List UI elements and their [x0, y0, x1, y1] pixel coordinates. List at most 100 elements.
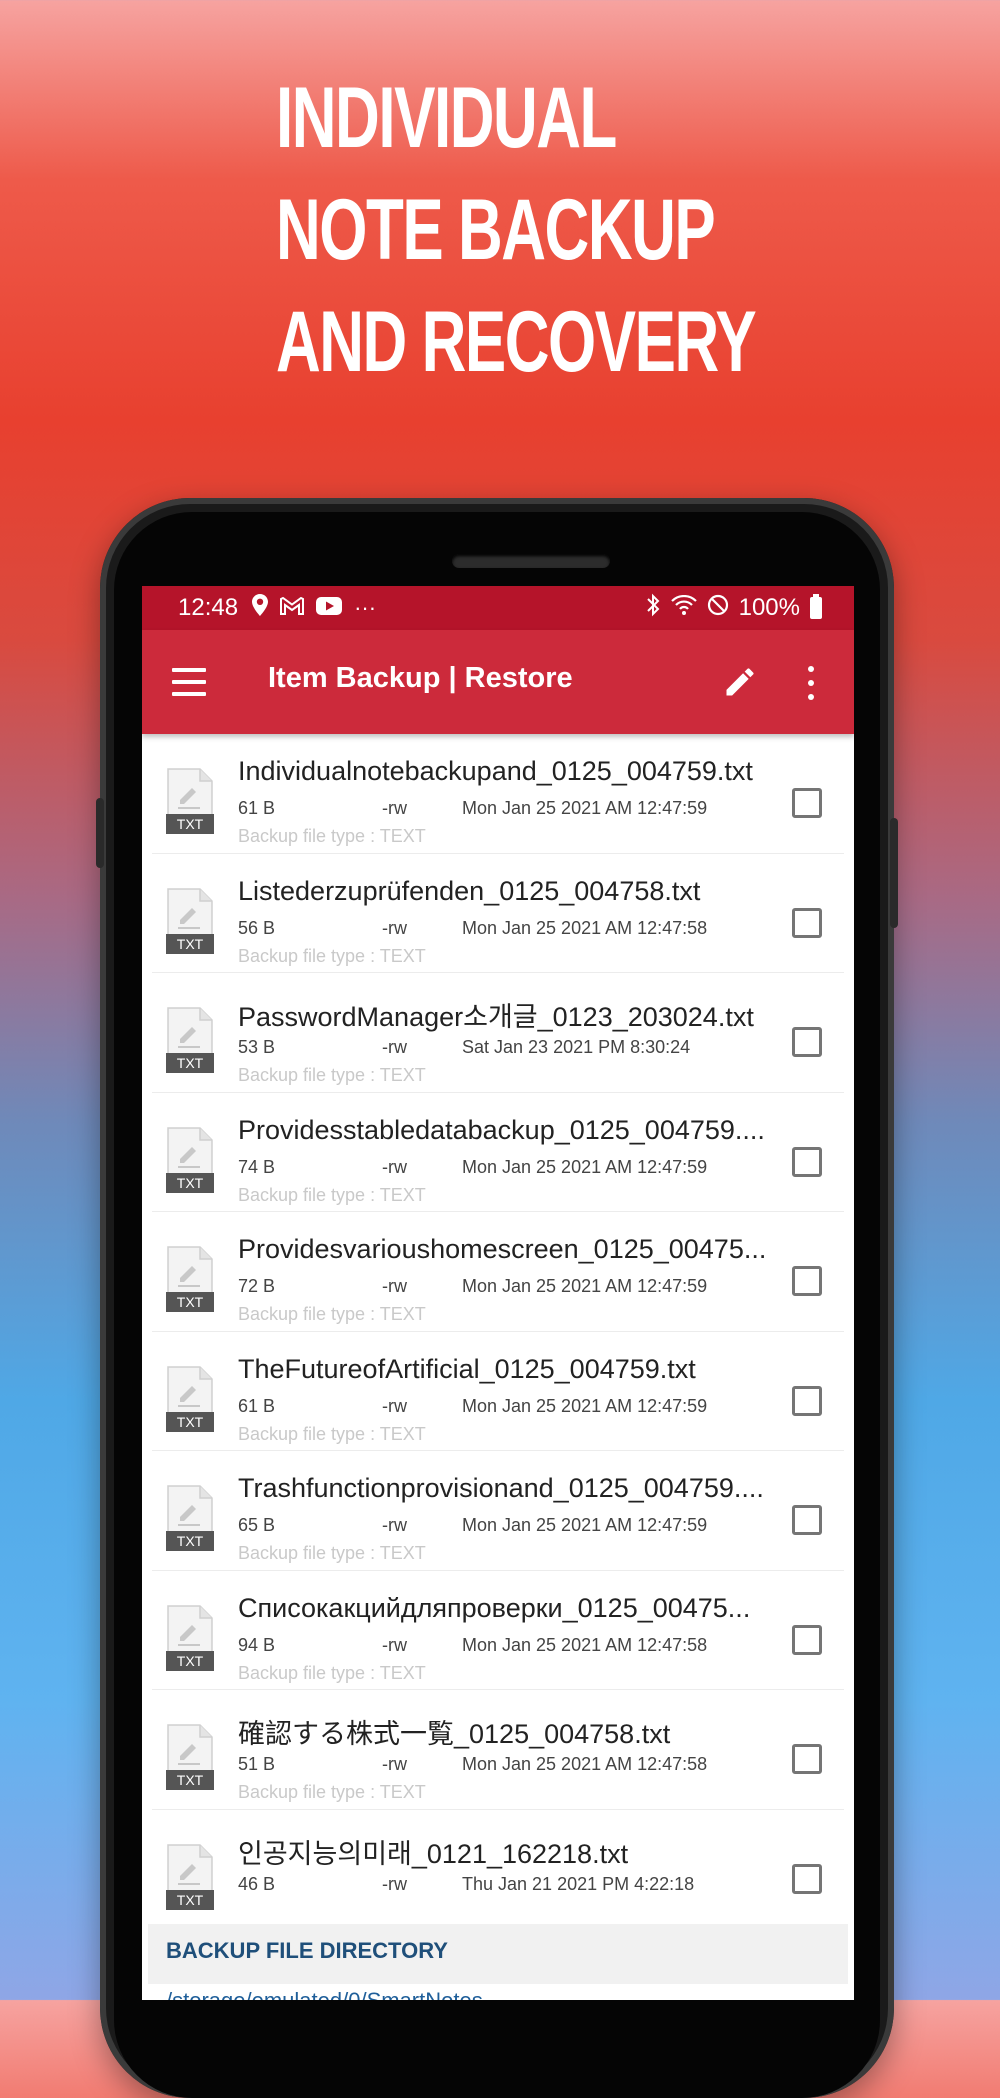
directory-path-link[interactable]: /storage/emulated/0/SmartNotes [166, 1988, 483, 2000]
file-date: Mon Jan 25 2021 AM 12:47:59 [462, 1515, 708, 1535]
file-row[interactable]: TXT Individualnotebackupand_0125_004759.t… [152, 734, 844, 854]
location-icon [252, 594, 269, 622]
file-type: Backup file type : TEXT [238, 945, 426, 966]
file-type: Backup file type : TEXT [238, 1423, 426, 1444]
file-name: 인공지능의미래_0121_162218.txt [238, 1838, 629, 1869]
file-name: Trashfunctionprovisionand_0125_004759...… [238, 1473, 764, 1503]
file-name: Providesvarioushomescreen_0125_00475... [238, 1234, 767, 1264]
file-icon-label: TXT [177, 1533, 204, 1549]
select-checkbox[interactable] [792, 1385, 822, 1416]
file-type: Backup file type : TEXT [238, 1304, 426, 1324]
select-checkbox[interactable] [792, 788, 822, 818]
file-size: 61 B [238, 798, 276, 818]
pencil-icon[interactable] [722, 664, 758, 700]
file-size: 51 B [238, 1754, 276, 1774]
file-size: 65 B [238, 1515, 276, 1535]
file-type: Backup file type : TEXT [238, 1543, 426, 1563]
file-permissions: -rw [382, 917, 407, 938]
file-date: Mon Jan 25 2021 AM 12:47:58 [462, 1754, 708, 1774]
file-type: Backup file type : TEXT [238, 826, 426, 846]
do-not-disturb-icon [707, 594, 729, 623]
file-date: Sat Jan 23 2021 PM 8:30:24 [462, 1037, 691, 1057]
select-checkbox[interactable] [792, 1266, 822, 1296]
file-permissions: -rw [382, 1873, 407, 1894]
file-icon-label: TXT [177, 1414, 204, 1430]
backup-file-list: TXT Individualnotebackupand_0125_004759.t… [142, 734, 854, 1929]
file-name: Списокакцийдляпроверки_0125_00475... [238, 1592, 751, 1623]
file-type: Backup file type : TEXT [238, 1065, 426, 1085]
file-icon-label: TXT [177, 1892, 204, 1908]
headline-line-3: AND RECOVERY [276, 294, 757, 390]
file-name: Providesstabledatabackup_0125_004759.... [238, 1114, 765, 1145]
file-size: 56 B [238, 917, 276, 938]
file-icon-label: TXT [177, 1175, 204, 1191]
status-time: 12:48 [178, 594, 239, 621]
txt-file-icon: TXT [166, 1246, 214, 1312]
file-row[interactable]: TXT Providesstabledatabackup_0125_004759.… [152, 1093, 844, 1212]
file-permissions: -rw [382, 1395, 407, 1416]
file-name: PasswordManager소개글_0123_203024.txt [238, 1002, 754, 1032]
file-row[interactable]: TXT Listederzuprüfenden_0125_004758.txt 56… [152, 854, 844, 973]
directory-header: BACKUP FILE DIRECTORY [148, 1924, 848, 1984]
file-type: Backup file type : TEXT [238, 1184, 426, 1205]
txt-file-icon: TXT [166, 887, 214, 954]
file-permissions: -rw [382, 1515, 407, 1535]
file-permissions: -rw [382, 1156, 407, 1177]
headline-line-2: NOTE BACKUP [276, 182, 716, 278]
file-date: Thu Jan 21 2021 PM 4:22:18 [462, 1873, 695, 1894]
file-date: Mon Jan 25 2021 AM 12:47:59 [462, 1276, 708, 1296]
file-permissions: -rw [382, 1634, 407, 1655]
app-toolbar: Item Backup | Restore [142, 630, 854, 734]
file-icon-label: TXT [177, 816, 204, 832]
more-dots-icon: ··· [354, 595, 377, 620]
file-name: TheFutureofArtificial_0125_004759.txt [238, 1353, 696, 1384]
file-permissions: -rw [382, 798, 407, 818]
select-checkbox[interactable] [792, 1505, 822, 1535]
volume-button [96, 798, 104, 868]
file-row[interactable]: TXT 인공지능의미래_0121_162218.txt 46 B -rw Thu Jan… [152, 1810, 844, 1929]
txt-file-icon: TXT [166, 1126, 214, 1193]
select-checkbox[interactable] [792, 1027, 822, 1057]
txt-file-icon: TXT [166, 1485, 214, 1551]
promo-headline: INDIVIDUAL NOTE BACKUP AND RECOVERY [276, 62, 757, 398]
file-row[interactable]: TXT PasswordManager소개글_0123_203024.txt 53 … [152, 973, 844, 1093]
file-row[interactable]: TXT 確認する株式一覧_0125_004758.txt 51 B -rw Mon Ja… [152, 1690, 844, 1810]
select-checkbox[interactable] [792, 1744, 822, 1774]
select-checkbox[interactable] [792, 907, 822, 938]
file-row[interactable]: TXT TheFutureofArtificial_0125_004759.txt… [152, 1332, 844, 1451]
file-icon-label: TXT [177, 1294, 204, 1310]
select-checkbox[interactable] [792, 1863, 822, 1894]
file-type: Backup file type : TEXT [238, 1782, 426, 1802]
file-size: 94 B [238, 1634, 276, 1655]
file-date: Mon Jan 25 2021 AM 12:47:59 [462, 798, 708, 818]
toolbar-title: Item Backup | Restore [268, 662, 573, 694]
battery-percent: 100% [738, 594, 800, 621]
file-date: Mon Jan 25 2021 AM 12:47:58 [462, 1634, 708, 1655]
txt-file-icon: TXT [166, 768, 214, 834]
more-vertical-icon[interactable] [806, 666, 816, 700]
bluetooth-icon [645, 593, 661, 624]
file-icon-label: TXT [177, 1653, 204, 1669]
file-permissions: -rw [382, 1037, 407, 1057]
file-icon-label: TXT [177, 1055, 204, 1071]
status-bar: 12:48 ··· 100% [142, 586, 854, 630]
file-size: 72 B [238, 1276, 276, 1296]
select-checkbox[interactable] [792, 1624, 822, 1655]
file-type: Backup file type : TEXT [238, 1662, 426, 1683]
file-row[interactable]: TXT Списокакцийдляпроверки_0125_00475... 9… [152, 1571, 844, 1690]
file-name: Individualnotebackupand_0125_004759.txt [238, 756, 753, 786]
file-row[interactable]: TXT Providesvarioushomescreen_0125_00475.… [152, 1212, 844, 1332]
hamburger-menu-icon[interactable] [172, 668, 206, 696]
file-icon-label: TXT [177, 936, 204, 952]
file-row[interactable]: TXT Trashfunctionprovisionand_0125_004759… [152, 1451, 844, 1571]
file-permissions: -rw [382, 1754, 407, 1774]
file-date: Mon Jan 25 2021 AM 12:47:59 [462, 1395, 708, 1416]
select-checkbox[interactable] [792, 1146, 822, 1177]
txt-file-icon: TXT [166, 1604, 214, 1671]
directory-title: BACKUP FILE DIRECTORY [166, 1938, 448, 1963]
file-name: Listederzuprüfenden_0125_004758.txt [238, 875, 701, 906]
file-size: 61 B [238, 1395, 276, 1416]
file-date: Mon Jan 25 2021 AM 12:47:58 [462, 917, 708, 938]
txt-file-icon: TXT [166, 1724, 214, 1790]
file-date: Mon Jan 25 2021 AM 12:47:59 [462, 1156, 708, 1177]
